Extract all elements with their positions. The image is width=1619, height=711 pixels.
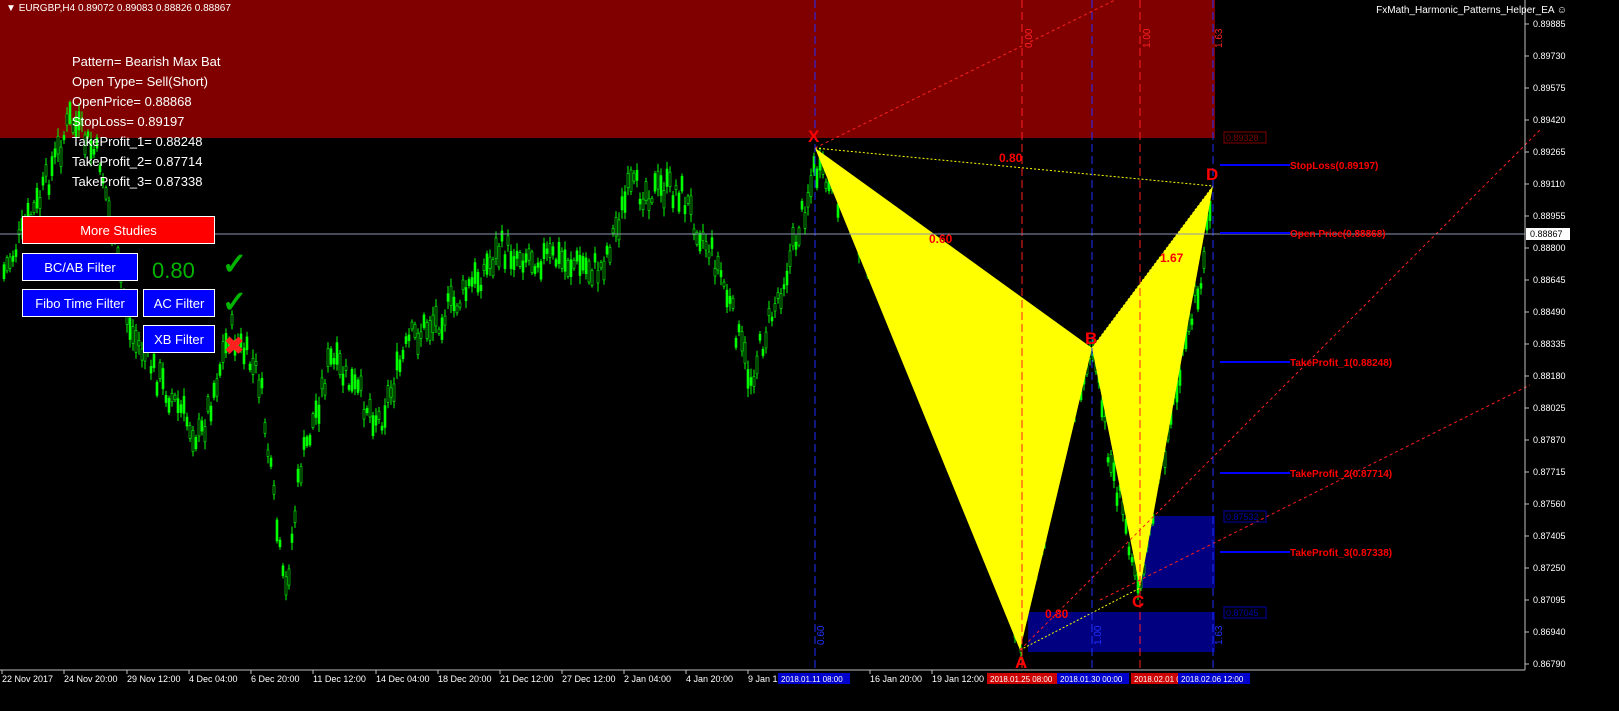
vratio-1: 0.00 [1024, 28, 1035, 48]
time-tick-label: 14 Dec 04:00 [376, 674, 430, 684]
price-axis[interactable]: 0.89885 0.89730 0.89575 0.89420 0.89265 0.891… [1525, 19, 1566, 669]
ea-name: FxMath_Harmonic_Patterns_Helper_EA ☺ [1376, 5, 1567, 16]
vratio-4: 0.60 [816, 625, 827, 645]
tp1-text: TakeProfit_1= 0.88248 [72, 134, 203, 149]
price-tick-label: 0.88335 [1533, 339, 1566, 349]
current-price-label: 0.88867 [1530, 229, 1563, 239]
price-tick-label: 0.88490 [1533, 307, 1566, 317]
bc-ab-check-icon: ✓ [222, 248, 248, 281]
price-tick-label: 0.89575 [1533, 83, 1566, 93]
time-tick-label: 19 Jan 12:00 [932, 674, 984, 684]
price-tick-label: 0.87560 [1533, 499, 1566, 509]
ea-name-text: FxMath_Harmonic_Patterns_Helper_EA [1376, 5, 1554, 16]
stoploss-label: StopLoss(0.89197) [1290, 161, 1378, 172]
ratio-bc-cd: 1.67 [1160, 251, 1184, 265]
pattern-text: Pattern= Bearish Max Bat [72, 54, 221, 69]
time-tick-label: 2 Jan 04:00 [624, 674, 671, 684]
channel-line-2 [1019, 129, 1541, 651]
info-panel: Pattern= Bearish Max Bat Open Type= Sell… [72, 52, 221, 192]
xb-filter-button[interactable]: XB Filter [143, 325, 215, 353]
pattern-triangle-xab [815, 148, 1092, 650]
price-tick-label: 0.88955 [1533, 211, 1566, 221]
ac-check-icon: ✓ [222, 286, 248, 319]
time-tick-label: 16 Jan 20:00 [870, 674, 922, 684]
tp2-text: TakeProfit_2= 0.87714 [72, 154, 203, 169]
box-mid1-price: 0.87532 [1226, 512, 1259, 522]
price-tick-label: 0.87715 [1533, 467, 1566, 477]
open-price-text: OpenPrice= 0.88868 [72, 94, 192, 109]
point-a: A [1015, 653, 1027, 672]
time-tick-label: 4 Dec 04:00 [189, 674, 238, 684]
time-marker-label: 2018.01.25 08:00 [990, 675, 1053, 684]
vratio-3: 1.63 [1214, 28, 1225, 48]
chart-window[interactable]: StopLoss(0.89197) Open Price(0.88868) Ta… [0, 0, 1619, 711]
price-tick-label: 0.88025 [1533, 403, 1566, 413]
time-tick-label: 24 Nov 20:00 [64, 674, 118, 684]
vratio-5: 1.00 [1093, 625, 1104, 645]
price-tick-label: 0.88180 [1533, 371, 1566, 381]
vratio-6: 1.63 [1214, 625, 1225, 645]
point-b: B [1085, 329, 1097, 348]
more-studies-button[interactable]: More Studies [22, 216, 215, 244]
time-markers: 2018.01.11 08:00 2018.01.25 08:00 2018.01.… [778, 673, 1250, 684]
ratio-xa-ab: 0.60 [929, 232, 953, 246]
tp1-label: TakeProfit_1(0.88248) [1290, 358, 1392, 369]
price-tick-label: 0.88800 [1533, 243, 1566, 253]
time-marker-label: 2018.01.11 08:00 [781, 675, 843, 684]
ratio-ac: 0.80 [1045, 607, 1069, 621]
tp3-text: TakeProfit_3= 0.87338 [72, 174, 203, 189]
price-tick-label: 0.86790 [1533, 659, 1566, 669]
price-tick-label: 0.89265 [1533, 147, 1566, 157]
price-tick-label: 0.89730 [1533, 51, 1566, 61]
price-tick-label: 0.87405 [1533, 531, 1566, 541]
vratio-2: 1.00 [1142, 28, 1153, 48]
time-tick-label: 29 Nov 12:00 [127, 674, 181, 684]
xb-cross-icon: ✖ [224, 333, 245, 360]
time-tick-label: 11 Dec 12:00 [313, 674, 366, 684]
ac-filter-button[interactable]: AC Filter [143, 289, 215, 317]
price-tick-label: 0.89885 [1533, 19, 1566, 29]
time-tick-label: 4 Jan 20:00 [686, 674, 733, 684]
time-tick-label: 6 Dec 20:00 [251, 674, 300, 684]
filter-ratio-value: 0.80 [152, 258, 195, 283]
dropdown-triangle-icon[interactable]: ▼ [6, 3, 16, 14]
point-x: X [808, 127, 820, 146]
price-tick-label: 0.87250 [1533, 563, 1566, 573]
box-mid2-price: 0.87045 [1226, 608, 1259, 618]
tp2-label: TakeProfit_2(0.87714) [1290, 469, 1392, 480]
time-marker-label: 2018.02.06 12:00 [1181, 675, 1244, 684]
time-tick-label: 21 Dec 12:00 [500, 674, 554, 684]
box-top-price: 0.89328 [1226, 133, 1259, 143]
ratio-xd: 0.80 [999, 151, 1023, 165]
point-d: D [1206, 165, 1218, 184]
time-tick-label: 18 Dec 20:00 [438, 674, 492, 684]
bc-ab-filter-button[interactable]: BC/AB Filter [22, 253, 138, 281]
smiley-icon: ☺ [1556, 5, 1567, 16]
time-tick-label: 22 Nov 2017 [2, 674, 53, 684]
symbol-title: ▼ EURGBP,H4 0.89072 0.89083 0.88826 0.88… [6, 3, 231, 14]
tp3-label: TakeProfit_3(0.87338) [1290, 548, 1392, 559]
price-tick-label: 0.89420 [1533, 115, 1566, 125]
symbol-title-text: EURGBP,H4 0.89072 0.89083 0.88826 0.8886… [18, 3, 231, 14]
open-type-text: Open Type= Sell(Short) [72, 74, 208, 89]
stop-loss-text: StopLoss= 0.89197 [72, 114, 185, 129]
price-tick-label: 0.87095 [1533, 595, 1566, 605]
fibo-time-filter-button[interactable]: Fibo Time Filter [22, 289, 138, 317]
price-tick-label: 0.88645 [1533, 275, 1566, 285]
price-tick-label: 0.86940 [1533, 627, 1566, 637]
price-tick-label: 0.87870 [1533, 435, 1566, 445]
price-tick-label: 0.89110 [1533, 179, 1565, 189]
openprice-label: Open Price(0.88868) [1290, 229, 1386, 240]
time-marker-label: 2018.01.30 00:00 [1060, 675, 1123, 684]
point-c: C [1132, 592, 1144, 611]
time-tick-label: 27 Dec 12:00 [562, 674, 616, 684]
